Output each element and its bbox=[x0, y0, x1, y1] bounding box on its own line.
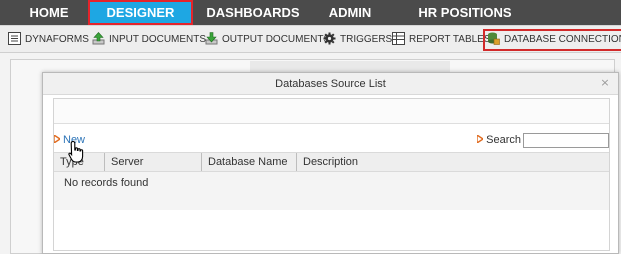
table-icon bbox=[392, 32, 405, 45]
toolbar-report-tables[interactable]: REPORT TABLES bbox=[392, 29, 491, 51]
tab-home[interactable]: HOME bbox=[18, 0, 80, 25]
databases-source-list-dialog: Databases Source List × New Search Type … bbox=[42, 72, 619, 254]
dialog-header: Databases Source List bbox=[43, 73, 618, 95]
grid-header: Type Server Database Name Description bbox=[54, 152, 609, 172]
arrow-right-icon bbox=[53, 133, 62, 145]
dialog-panel: New Search Type Server Database Name Des… bbox=[53, 98, 610, 251]
empty-message: No records found bbox=[64, 177, 149, 189]
records-grid: Type Server Database Name Description No… bbox=[54, 152, 609, 212]
toolbar-output-documents[interactable]: OUTPUT DOCUMENTS bbox=[205, 29, 330, 51]
gear-icon bbox=[323, 32, 336, 45]
upload-arrow-icon bbox=[92, 32, 105, 45]
database-icon bbox=[487, 32, 500, 45]
toolbar-database-connections[interactable]: DATABASE CONNECTIONS bbox=[483, 29, 621, 51]
toolbar-report-tables-label: REPORT TABLES bbox=[409, 34, 491, 45]
designer-toolbar: DYNAFORMS INPUT DOCUMENTS OUTPUT DOCUMEN… bbox=[0, 25, 621, 53]
search-input[interactable] bbox=[523, 132, 609, 148]
toolbar-triggers[interactable]: TRIGGERS bbox=[323, 29, 392, 51]
download-arrow-icon bbox=[205, 32, 218, 45]
tab-designer[interactable]: DESIGNER bbox=[88, 0, 193, 25]
toolbar-triggers-label: TRIGGERS bbox=[340, 34, 393, 45]
hand-cursor-icon bbox=[68, 140, 86, 164]
dialog-title: Databases Source List bbox=[275, 78, 386, 90]
toolbar-dynaforms-label: DYNAFORMS bbox=[25, 34, 89, 45]
column-description[interactable]: Description bbox=[296, 153, 446, 171]
toolbar-input-documents-label: INPUT DOCUMENTS bbox=[109, 34, 207, 45]
toolbar-output-documents-label: OUTPUT DOCUMENTS bbox=[222, 34, 331, 45]
tab-hr-positions[interactable]: HR POSITIONS bbox=[410, 0, 520, 25]
search-area: Search bbox=[476, 131, 609, 149]
column-server[interactable]: Server bbox=[104, 153, 201, 171]
search-label: Search bbox=[486, 134, 521, 146]
tab-dashboards[interactable]: DASHBOARDS bbox=[200, 0, 306, 25]
top-navigation: HOME DESIGNER DASHBOARDS ADMIN HR POSITI… bbox=[0, 0, 621, 25]
close-icon[interactable]: × bbox=[600, 77, 610, 89]
panel-top-strip bbox=[54, 99, 609, 124]
arrow-right-icon bbox=[476, 131, 485, 145]
tab-admin[interactable]: ADMIN bbox=[320, 0, 380, 25]
toolbar-database-connections-label: DATABASE CONNECTIONS bbox=[504, 34, 621, 45]
grid-body: No records found bbox=[54, 172, 609, 210]
toolbar-input-documents[interactable]: INPUT DOCUMENTS bbox=[92, 29, 206, 51]
form-icon bbox=[8, 32, 21, 45]
column-database-name[interactable]: Database Name bbox=[201, 153, 296, 171]
toolbar-dynaforms[interactable]: DYNAFORMS bbox=[8, 29, 89, 51]
